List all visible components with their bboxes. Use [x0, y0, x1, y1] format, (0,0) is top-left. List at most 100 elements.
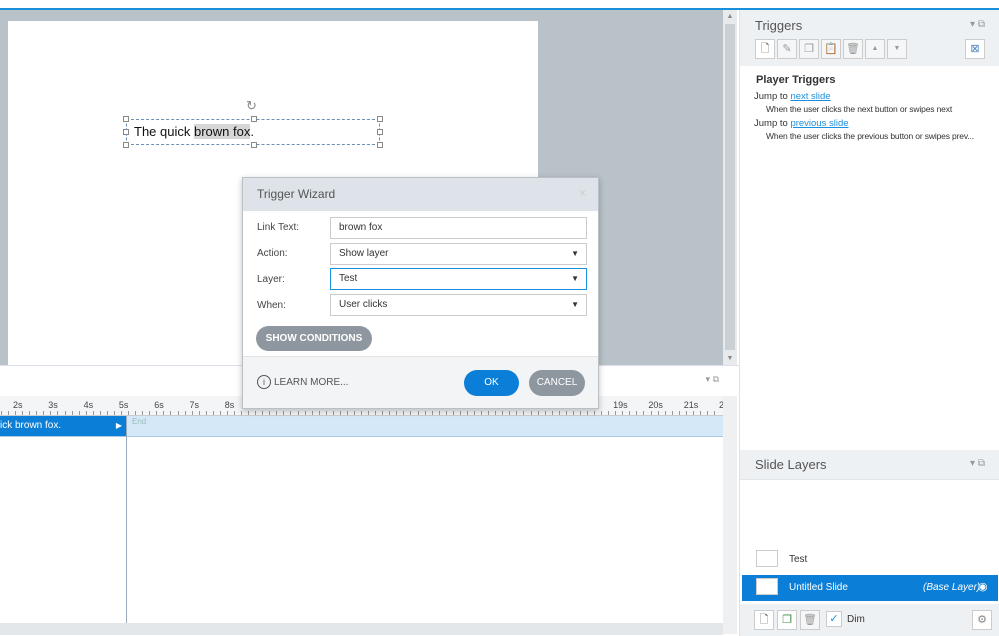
- ruler-tick-mark: [318, 411, 320, 415]
- link-text-input[interactable]: brown fox: [330, 217, 587, 239]
- ruler-tick-mark: [396, 411, 398, 415]
- ruler-tick-mark: [8, 411, 10, 415]
- cancel-button[interactable]: CANCEL: [529, 370, 585, 396]
- info-icon: i: [257, 375, 271, 389]
- ruler-tick-mark: [664, 411, 666, 415]
- dialog-header: Trigger Wizard ×: [243, 178, 598, 211]
- layer-item-test[interactable]: Test: [742, 547, 998, 573]
- scroll-up-icon[interactable]: ▲: [723, 13, 737, 20]
- ruler-tick-mark: [671, 411, 673, 415]
- new-trigger-icon[interactable]: 🗋: [755, 39, 775, 59]
- ruler-tick-mark: [212, 411, 214, 415]
- new-layer-icon[interactable]: 🗋: [754, 610, 774, 630]
- ruler-tick-mark: [579, 411, 581, 415]
- scroll-down-icon[interactable]: ▼: [723, 355, 737, 362]
- resize-handle[interactable]: [251, 142, 257, 148]
- gear-icon[interactable]: ⚙: [972, 610, 992, 630]
- ruler-tick-mark: [205, 411, 207, 415]
- show-conditions-button[interactable]: SHOW CONDITIONS: [256, 326, 372, 351]
- ruler-tick-mark: [565, 411, 567, 415]
- edit-trigger-icon[interactable]: ✎: [777, 39, 797, 59]
- trigger-link[interactable]: next slide: [790, 91, 830, 102]
- resize-handle[interactable]: [123, 142, 129, 148]
- chevron-down-icon: ▼: [571, 300, 579, 309]
- ruler-tick-mark: [354, 411, 355, 415]
- playhead-line[interactable]: [126, 416, 127, 624]
- paste-trigger-icon[interactable]: 📋: [821, 39, 841, 59]
- ruler-tick-mark: [85, 411, 87, 415]
- ruler-tick-label: 19s: [613, 400, 628, 410]
- ruler-tick-mark: [57, 411, 59, 415]
- resize-handle[interactable]: [377, 129, 383, 135]
- move-up-icon[interactable]: ▲: [865, 39, 885, 59]
- text-box[interactable]: ↻ The quick brown fox.: [123, 98, 383, 148]
- move-down-icon[interactable]: ▼: [887, 39, 907, 59]
- ruler-tick-mark: [417, 411, 419, 415]
- ruler-tick-mark: [106, 411, 108, 415]
- ruler-tick-mark: [29, 411, 31, 415]
- ruler-tick-mark: [530, 411, 532, 415]
- row-label-text: ick brown fox.: [0, 420, 62, 431]
- eye-icon[interactable]: ◉: [978, 580, 988, 593]
- scroll-thumb[interactable]: [725, 24, 735, 350]
- action-label: Action:: [257, 248, 288, 259]
- canvas-scrollbar[interactable]: ▲ ▼: [723, 10, 737, 365]
- panel-options-icon[interactable]: ▾ ⧉: [706, 374, 719, 385]
- when-label: When:: [257, 300, 286, 311]
- ruler-tick-label: 20s: [648, 400, 663, 410]
- resize-handle[interactable]: [123, 129, 129, 135]
- when-select[interactable]: User clicks ▼: [330, 294, 587, 316]
- ruler-tick-mark: [636, 411, 638, 415]
- resize-handle[interactable]: [377, 116, 383, 122]
- timeline-hscrollbar[interactable]: [0, 623, 723, 635]
- resize-handle[interactable]: [251, 116, 257, 122]
- ok-button[interactable]: OK: [464, 370, 519, 396]
- resize-handle[interactable]: [377, 142, 383, 148]
- learn-more-link[interactable]: i LEARN MORE...: [257, 375, 348, 389]
- ruler-tick-mark: [431, 411, 433, 415]
- ruler-tick-mark: [558, 411, 560, 415]
- panel-options-icon[interactable]: ▾ ⧉: [970, 458, 985, 469]
- layers-toolbar: 🗋 ❐ 🗑 ✓ Dim ⚙: [740, 604, 999, 636]
- triggers-header: Triggers ▾ ⧉ 🗋 ✎ ❐ 📋 🗑 ▲ ▼ ⊠: [740, 10, 999, 66]
- ruler-tick-mark: [22, 411, 24, 415]
- slide-text[interactable]: The quick brown fox.: [134, 124, 254, 139]
- trigger-action: Jump to: [754, 118, 788, 129]
- timeline-row-label[interactable]: ick brown fox. ▶: [0, 416, 126, 436]
- close-icon[interactable]: ×: [579, 186, 586, 200]
- delete-trigger-icon[interactable]: 🗑: [843, 39, 863, 59]
- copy-trigger-icon[interactable]: ❐: [799, 39, 819, 59]
- resize-handle[interactable]: [123, 116, 129, 122]
- panel-options-icon[interactable]: ▾ ⧉: [970, 19, 985, 30]
- layer-name: Untitled Slide: [789, 582, 848, 593]
- layer-value: Test: [339, 273, 358, 284]
- triggers-title: Triggers: [755, 18, 803, 33]
- duplicate-layer-icon[interactable]: ❐: [777, 610, 797, 630]
- ruler-tick-mark: [99, 411, 101, 415]
- ruler-tick-mark: [389, 411, 391, 415]
- trigger-item[interactable]: Jump to next slide: [754, 91, 986, 102]
- timeline-row[interactable]: ick brown fox. ▶ End: [0, 416, 723, 437]
- layer-item-base[interactable]: Untitled Slide (Base Layer) ◉: [742, 575, 998, 601]
- dim-checkbox[interactable]: ✓: [826, 611, 842, 627]
- ruler-tick-mark: [459, 411, 461, 415]
- learn-more-text: LEARN MORE...: [274, 377, 349, 388]
- ruler-tick-mark: [346, 411, 348, 415]
- delete-layer-icon[interactable]: 🗑: [800, 610, 820, 630]
- trigger-item[interactable]: Jump to previous slide: [754, 118, 986, 129]
- ruler-tick-mark: [714, 411, 716, 415]
- ruler-tick-mark: [226, 411, 228, 415]
- timeline-scrollbar[interactable]: [723, 396, 737, 634]
- ruler-tick-mark: [15, 411, 17, 415]
- trigger-link[interactable]: previous slide: [790, 118, 848, 129]
- ruler-tick-mark: [50, 411, 52, 415]
- layer-select[interactable]: Test ▼: [330, 268, 587, 290]
- ruler-tick-mark: [608, 411, 610, 415]
- ruler-tick-mark: [198, 411, 200, 415]
- rotate-handle-icon[interactable]: ↻: [246, 98, 257, 114]
- ruler-tick-mark: [163, 411, 165, 415]
- action-select[interactable]: Show layer ▼: [330, 243, 587, 265]
- variables-icon[interactable]: ⊠: [965, 39, 985, 59]
- chevron-down-icon: ▼: [571, 274, 579, 283]
- ruler-tick-mark: [36, 411, 38, 415]
